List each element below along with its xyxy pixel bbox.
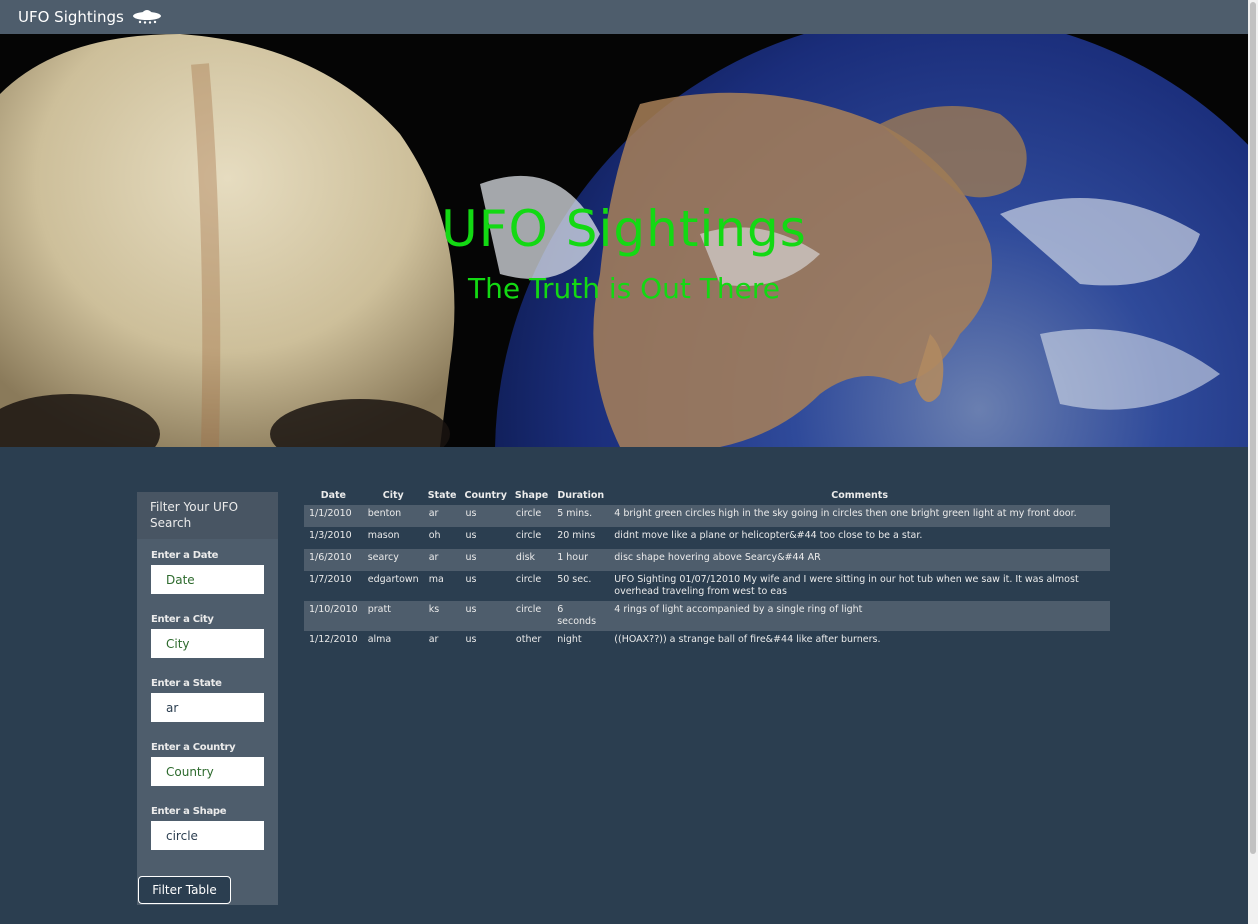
table-row: 1/10/2010 pratt ks us circle 6 seconds 4… bbox=[304, 601, 1110, 631]
cell-date: 1/3/2010 bbox=[309, 530, 352, 541]
table-row: 1/3/2010 mason oh us circle 20 mins didn… bbox=[304, 527, 1110, 549]
navbar: UFO Sightings bbox=[0, 0, 1248, 34]
cell-state: ma bbox=[428, 574, 444, 585]
header-date: Date bbox=[320, 489, 346, 501]
cell-shape: circle bbox=[510, 505, 553, 527]
hero-text: UFO Sightings The Truth is Out There bbox=[0, 34, 1248, 447]
hero-subtitle: The Truth is Out There bbox=[468, 272, 780, 305]
cell-city: pratt bbox=[362, 601, 424, 631]
state-filter-group: Enter a State bbox=[151, 678, 264, 722]
cell-comments: UFO Sighting 01/07/12010 My wife and I w… bbox=[614, 574, 1079, 597]
cell-city: alma bbox=[367, 634, 392, 645]
date-filter-group: Enter a Date bbox=[151, 550, 264, 594]
header-comments: Comments bbox=[831, 489, 888, 501]
cell-date: 1/1/2010 bbox=[304, 505, 363, 527]
cell-city: mason bbox=[367, 530, 400, 541]
cell-duration: 1 hour bbox=[552, 549, 610, 571]
cell-country: us bbox=[460, 601, 511, 631]
cell-shape: circle bbox=[515, 530, 542, 541]
cell-state: ar bbox=[428, 634, 439, 645]
city-input[interactable] bbox=[151, 629, 264, 658]
cell-country: us bbox=[465, 634, 477, 645]
cell-city: benton bbox=[362, 505, 424, 527]
vertical-scrollbar[interactable] bbox=[1248, 0, 1258, 924]
cell-comments: disc shape hovering above Searcy&#44 AR bbox=[609, 549, 1110, 571]
header-state: State bbox=[427, 489, 457, 501]
state-input[interactable] bbox=[151, 693, 264, 722]
cell-country: us bbox=[465, 574, 477, 585]
cell-duration: 50 sec. bbox=[557, 574, 592, 585]
cell-city: searcy bbox=[362, 549, 424, 571]
cell-date: 1/10/2010 bbox=[304, 601, 363, 631]
country-label: Enter a Country bbox=[151, 742, 236, 753]
city-label: Enter a City bbox=[151, 614, 214, 625]
cell-state: oh bbox=[428, 530, 441, 541]
cell-comments: 4 bright green circles high in the sky g… bbox=[609, 505, 1110, 527]
cell-country: us bbox=[460, 549, 511, 571]
cell-comments: didnt move like a plane or helicopter&#4… bbox=[614, 530, 923, 541]
cell-shape: circle bbox=[515, 574, 542, 585]
table-header-row: Date City State Country Shape Duration C… bbox=[304, 485, 1110, 505]
cell-duration: night bbox=[557, 634, 582, 645]
filter-table-button[interactable]: Filter Table bbox=[138, 876, 231, 904]
cell-duration: 5 mins. bbox=[552, 505, 610, 527]
cell-shape: disk bbox=[510, 549, 553, 571]
cell-state: ks bbox=[423, 601, 461, 631]
cell-state: ar bbox=[423, 549, 461, 571]
date-input[interactable] bbox=[151, 565, 264, 594]
cell-duration: 20 mins bbox=[557, 530, 596, 541]
header-city: City bbox=[382, 489, 404, 501]
table-row: 1/6/2010 searcy ar us disk 1 hour disc s… bbox=[304, 549, 1110, 571]
shape-label: Enter a Shape bbox=[151, 806, 227, 817]
cell-date: 1/6/2010 bbox=[304, 549, 363, 571]
shape-input[interactable] bbox=[151, 821, 264, 850]
state-label: Enter a State bbox=[151, 678, 222, 689]
table-row: 1/7/2010 edgartown ma us circle 50 sec. … bbox=[304, 571, 1110, 601]
shape-filter-group: Enter a Shape bbox=[151, 806, 264, 850]
cell-country: us bbox=[460, 505, 511, 527]
filter-panel: Filter Your UFO Search Enter a Date Ente… bbox=[137, 492, 278, 905]
city-filter-group: Enter a City bbox=[151, 614, 264, 658]
cell-shape: other bbox=[515, 634, 542, 645]
ufo-sightings-table: Date City State Country Shape Duration C… bbox=[304, 485, 1110, 653]
country-filter-group: Enter a Country bbox=[151, 742, 264, 786]
filter-panel-heading: Filter Your UFO Search bbox=[137, 492, 278, 539]
ufo-icon bbox=[132, 6, 162, 28]
cell-comments: ((HOAX??)) a strange ball of fire&#44 li… bbox=[614, 634, 881, 645]
scrollbar-thumb[interactable] bbox=[1250, 2, 1256, 854]
cell-date: 1/7/2010 bbox=[309, 574, 352, 585]
date-label: Enter a Date bbox=[151, 550, 219, 561]
cell-state: ar bbox=[423, 505, 461, 527]
hero-banner: UFO Sightings The Truth is Out There bbox=[0, 34, 1248, 447]
table-row: 1/12/2010 alma ar us other night ((HOAX?… bbox=[304, 631, 1110, 653]
cell-duration: 6 seconds bbox=[552, 601, 610, 631]
cell-country: us bbox=[465, 530, 477, 541]
header-duration: Duration bbox=[557, 489, 605, 501]
table-row: 1/1/2010 benton ar us circle 5 mins. 4 b… bbox=[304, 505, 1110, 527]
header-country: Country bbox=[464, 489, 507, 501]
brand-label: UFO Sightings bbox=[18, 8, 124, 26]
cell-comments: 4 rings of light accompanied by a single… bbox=[609, 601, 1110, 631]
cell-date: 1/12/2010 bbox=[309, 634, 358, 645]
navbar-brand[interactable]: UFO Sightings bbox=[18, 6, 162, 28]
cell-city: edgartown bbox=[367, 574, 419, 585]
header-shape: Shape bbox=[514, 489, 549, 501]
country-input[interactable] bbox=[151, 757, 264, 786]
hero-title: UFO Sightings bbox=[441, 200, 807, 258]
cell-shape: circle bbox=[510, 601, 553, 631]
